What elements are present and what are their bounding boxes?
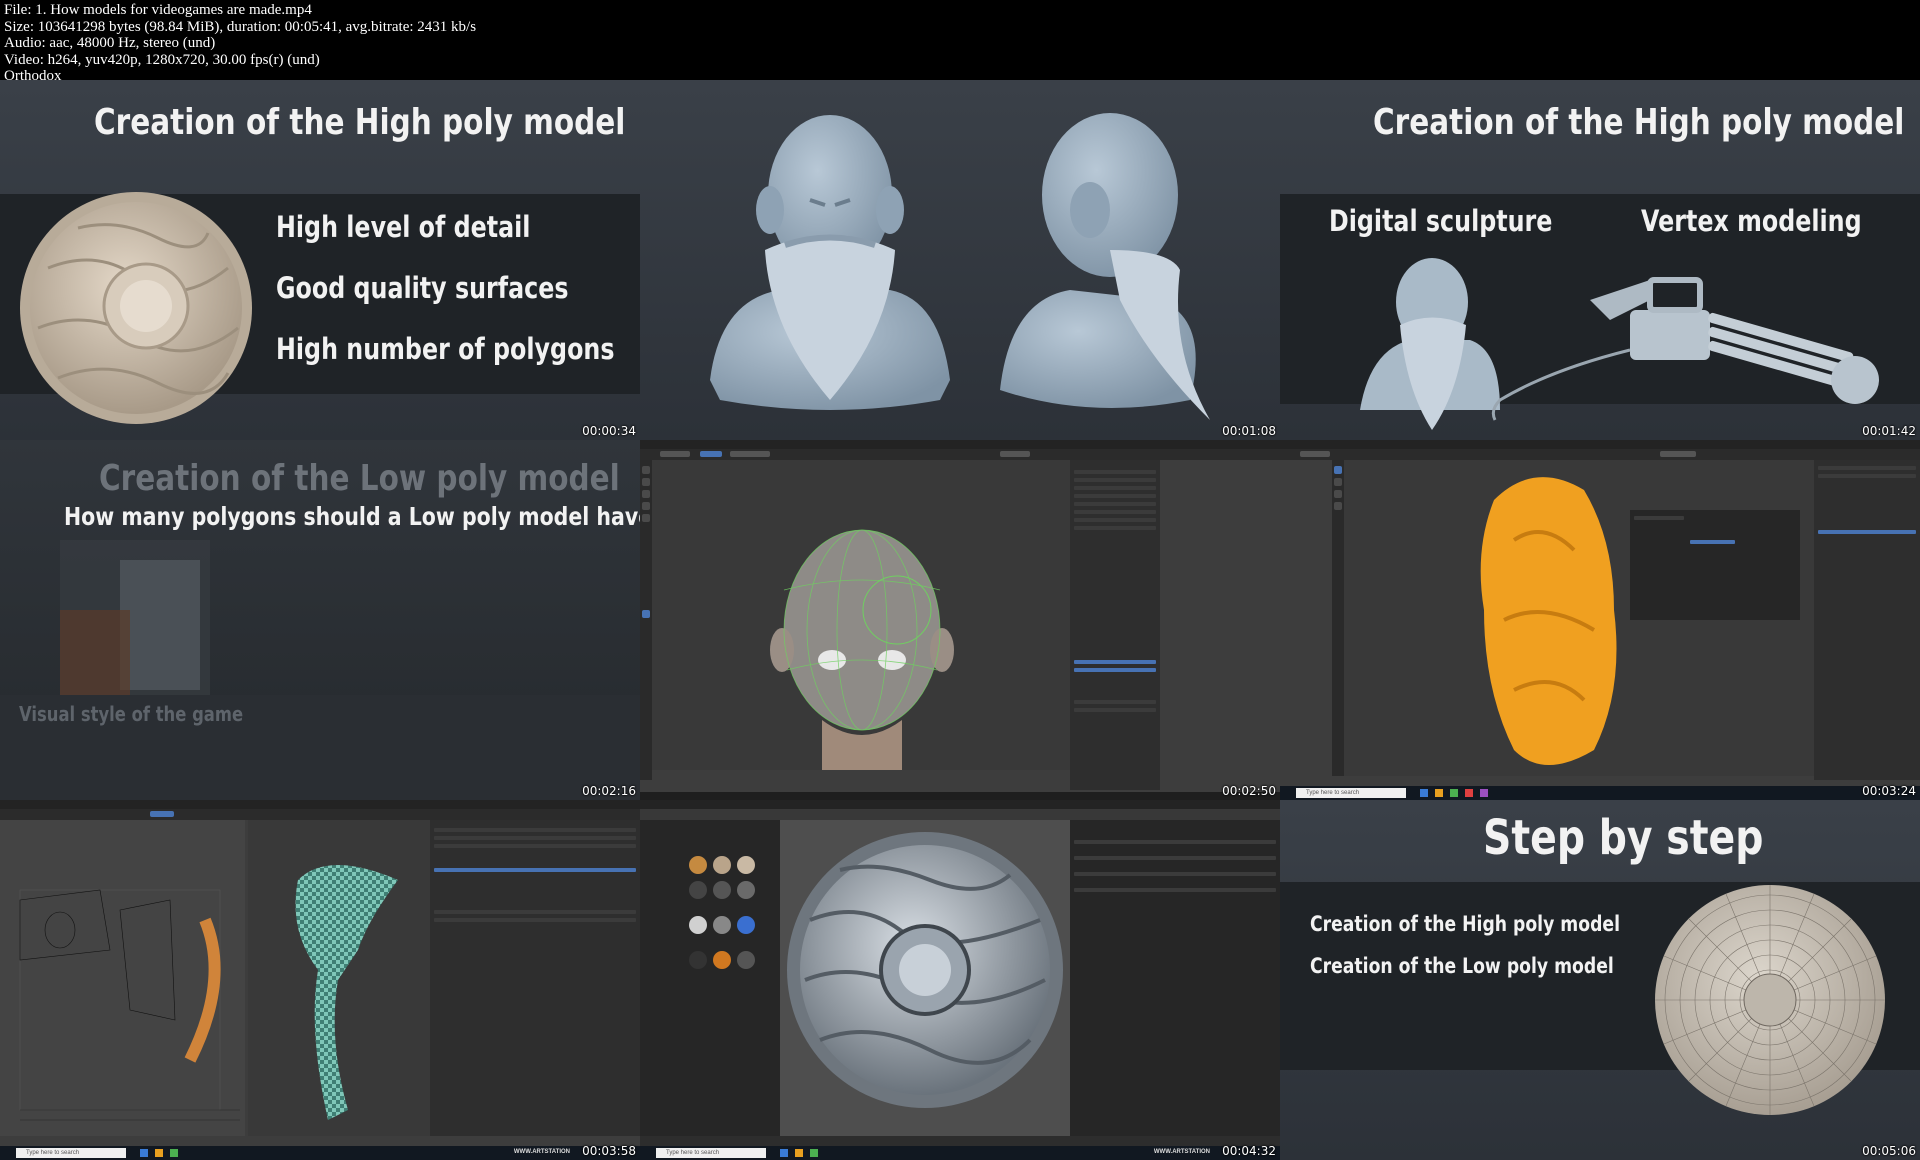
blender-window: Type here to search bbox=[1280, 440, 1920, 800]
thumbnail-3[interactable]: Creation of the High poly model Digital … bbox=[1280, 80, 1920, 440]
timestamp: 00:00:34 bbox=[582, 424, 636, 438]
slide-background: Creation of the Low poly model How many … bbox=[0, 440, 640, 800]
video-info-header: File: 1. How models for videogames are m… bbox=[0, 0, 1920, 84]
dwarf-bust-image bbox=[710, 113, 1210, 420]
bullet-3: High number of polygons bbox=[276, 332, 615, 366]
add-modifier-menu[interactable] bbox=[1630, 510, 1800, 620]
windows-taskbar: Type here to search WWW.ARTSTATION bbox=[0, 1146, 640, 1160]
slide-background: Step by step Creation of the High poly m… bbox=[1280, 800, 1920, 1160]
timestamp: 00:05:06 bbox=[1862, 1144, 1916, 1158]
label-digital-sculpture: Digital sculpture bbox=[1329, 204, 1553, 238]
menu-bar bbox=[0, 800, 640, 809]
slide-background: Creation of the High poly model Digital … bbox=[1280, 80, 1920, 440]
header-toolbar bbox=[1280, 449, 1920, 460]
3d-viewport[interactable] bbox=[248, 820, 430, 1136]
label-vertex-modeling: Vertex modeling bbox=[1641, 204, 1862, 238]
wireframe-shield-image bbox=[1655, 885, 1885, 1115]
thumbnail-4[interactable]: Creation of the Low poly model How many … bbox=[0, 440, 640, 800]
outliner-panel[interactable] bbox=[1070, 460, 1160, 790]
header-toolbar bbox=[640, 449, 1280, 460]
timestamp: 00:01:08 bbox=[1222, 424, 1276, 438]
windows-taskbar: Type here to search WWW.ARTSTATION bbox=[640, 1146, 1280, 1160]
slide-title: Creation of the Low poly model bbox=[99, 458, 620, 499]
timestamp: 00:02:50 bbox=[1222, 784, 1276, 798]
tool-shelf[interactable] bbox=[640, 460, 652, 780]
thumbnail-6[interactable]: Type here to search 00:03:24 bbox=[1280, 440, 1920, 800]
menu-bar bbox=[640, 440, 1280, 449]
timestamp: 00:02:16 bbox=[582, 784, 636, 798]
header-toolbar bbox=[0, 809, 640, 820]
slide-background: Creation of the High poly model High lev… bbox=[0, 80, 640, 440]
tool-shelf[interactable] bbox=[1332, 460, 1344, 776]
info-line-video: Video: h264, yuv420p, 1280x720, 30.00 fp… bbox=[4, 51, 320, 68]
thumbnail-1[interactable]: Creation of the High poly model High lev… bbox=[0, 80, 640, 440]
3d-viewport[interactable] bbox=[652, 460, 1070, 770]
taskbar-search[interactable]: Type here to search bbox=[656, 1148, 766, 1158]
thumbnail-8[interactable]: Type here to search WWW.ARTSTATION 00:04… bbox=[640, 800, 1280, 1160]
timestamp: 00:03:24 bbox=[1862, 784, 1916, 798]
properties-panel[interactable] bbox=[1814, 460, 1920, 780]
wooden-shield-image bbox=[20, 192, 252, 424]
info-line-audio: Audio: aac, 48000 Hz, stereo (und) bbox=[4, 35, 216, 52]
status-bar bbox=[640, 792, 1280, 800]
taskbar-search[interactable]: Type here to search bbox=[16, 1148, 126, 1158]
slide-background bbox=[640, 80, 1280, 440]
slide-title: Step by step bbox=[1483, 810, 1764, 866]
thumbnail-9[interactable]: Step by step Creation of the High poly m… bbox=[1280, 800, 1920, 1160]
watermark: WWW.ARTSTATION bbox=[513, 1149, 570, 1155]
taskbar-search[interactable]: Type here to search bbox=[1296, 788, 1406, 798]
bullet-2: Creation of the Low poly model bbox=[1310, 954, 1614, 978]
slide-title: Creation of the High poly model bbox=[94, 102, 626, 143]
sculpt-and-gun-image bbox=[1360, 258, 1879, 430]
thumbnail-7[interactable]: Type here to search WWW.ARTSTATION 00:03… bbox=[0, 800, 640, 1160]
uv-editor[interactable] bbox=[0, 820, 245, 1136]
bullet-1: Creation of the High poly model bbox=[1310, 912, 1620, 936]
slide-subtitle: How many polygons should a Low poly mode… bbox=[64, 502, 640, 531]
thumbnail-grid: Creation of the High poly model High lev… bbox=[0, 80, 1920, 1160]
layers-panel[interactable] bbox=[1070, 820, 1280, 1136]
slide-footer: Visual style of the game bbox=[19, 702, 244, 726]
reference-image-2 bbox=[120, 560, 200, 690]
watermark: WWW.ARTSTATION bbox=[1153, 1149, 1210, 1155]
thumbnail-2[interactable]: 00:01:08 bbox=[640, 80, 1280, 440]
timestamp: 00:03:58 bbox=[582, 1144, 636, 1158]
slide-title: Creation of the High poly model bbox=[1373, 102, 1905, 143]
bullet-1: High level of detail bbox=[276, 210, 531, 244]
timestamp: 00:01:42 bbox=[1862, 424, 1916, 438]
bullet-2: Good quality surfaces bbox=[276, 271, 569, 305]
shelf-panel[interactable] bbox=[640, 820, 780, 1136]
substance-painter-window: Type here to search WWW.ARTSTATION bbox=[640, 800, 1280, 1160]
3d-viewport[interactable] bbox=[780, 820, 1070, 1136]
menu-bar bbox=[1280, 440, 1920, 449]
windows-taskbar: Type here to search bbox=[1280, 786, 1920, 800]
thumbnail-5[interactable]: 00:02:50 bbox=[640, 440, 1280, 800]
blender-window: Type here to search WWW.ARTSTATION bbox=[0, 800, 640, 1160]
timestamp: 00:04:32 bbox=[1222, 1144, 1276, 1158]
outliner-panel[interactable] bbox=[430, 820, 640, 1136]
info-line-size: Size: 103641298 bytes (98.84 MiB), durat… bbox=[4, 18, 477, 35]
info-line-file: File: 1. How models for videogames are m… bbox=[4, 2, 312, 18]
menu-bar bbox=[640, 800, 1280, 809]
header-toolbar bbox=[640, 809, 1280, 820]
blender-window bbox=[640, 440, 1280, 800]
